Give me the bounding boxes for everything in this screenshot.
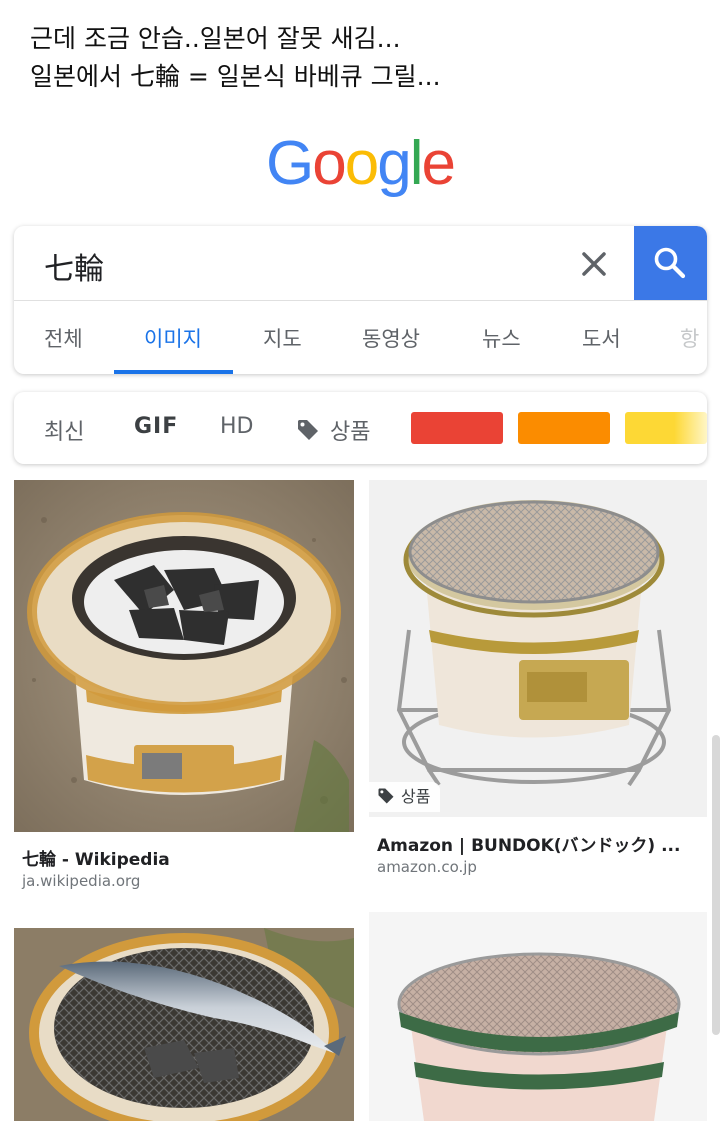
konro-charcoal-image [14,480,354,832]
result-title[interactable]: Amazon | BUNDOK(バンドック) ... [377,831,699,856]
search-card: 七輪 전체 이미지 지도 동영상 뉴스 도서 항 [14,226,707,374]
tab-news[interactable]: 뉴스 [482,323,521,353]
filter-gif[interactable]: GIF [134,414,178,439]
product-badge-label: 상품 [401,787,431,806]
tab-all[interactable]: 전체 [44,323,83,353]
filter-latest[interactable]: 최신 [44,414,84,446]
close-icon [582,252,606,276]
caption: 근데 조금 안습..일본어 잘못 새김... 일본에서 七輪 = 일본식 바베큐… [30,20,441,96]
result-image-konro-charcoal[interactable] [14,480,354,832]
tab-more[interactable]: 항 [680,323,699,353]
konro-green-image [369,912,707,1121]
tab-books[interactable]: 도서 [582,323,621,353]
konro-fish-image [14,928,354,1121]
result-source: amazon.co.jp [377,858,477,876]
result-source: ja.wikipedia.org [22,872,141,890]
caption-line-2: 일본에서 七輪 = 일본식 바베큐 그릴... [30,62,441,91]
image-result[interactable]: 상품 Amazon | BUNDOK(バンドック) ... amazon.co.… [369,480,707,900]
logo-letter: e [421,129,456,198]
image-result[interactable] [14,928,354,1121]
logo-letter: l [409,129,424,198]
search-icon [654,247,686,279]
google-logo[interactable]: Google [0,128,720,199]
search-input[interactable]: 七輪 [44,244,104,288]
result-image-bundok-grill[interactable] [369,480,707,817]
filter-color-yellow[interactable] [625,412,707,444]
image-result[interactable]: 七輪 - Wikipedia ja.wikipedia.org [14,480,354,900]
filter-color-orange[interactable] [518,412,610,444]
result-image-konro-green[interactable] [369,912,707,1121]
tag-icon [298,420,318,440]
result-image-konro-fish[interactable] [14,928,354,1121]
tag-icon [378,788,394,804]
logo-letter: g [377,129,412,198]
caption-line-1: 근데 조금 안습..일본어 잘못 새김... [30,24,401,53]
filter-hd[interactable]: HD [220,414,253,439]
logo-letter: G [266,129,314,198]
tab-maps[interactable]: 지도 [263,323,302,353]
search-row: 七輪 [14,226,707,300]
active-tab-indicator [114,370,233,374]
search-button[interactable] [634,226,707,300]
filter-bar: 최신 GIF HD 상품 [14,392,707,464]
logo-letter: o [312,129,347,198]
logo-letter: o [344,129,380,198]
filter-product[interactable]: 상품 [330,414,370,446]
product-badge: 상품 [369,782,441,812]
image-result[interactable] [369,912,707,1121]
bundok-grill-image [369,480,707,817]
filter-color-red[interactable] [411,412,503,444]
clear-button[interactable] [574,244,614,284]
scrollbar[interactable] [712,735,720,1035]
result-title[interactable]: 七輪 - Wikipedia [22,845,170,870]
tab-videos[interactable]: 동영상 [362,323,420,353]
search-tabs: 전체 이미지 지도 동영상 뉴스 도서 항 [14,301,707,374]
tab-images[interactable]: 이미지 [144,323,202,353]
